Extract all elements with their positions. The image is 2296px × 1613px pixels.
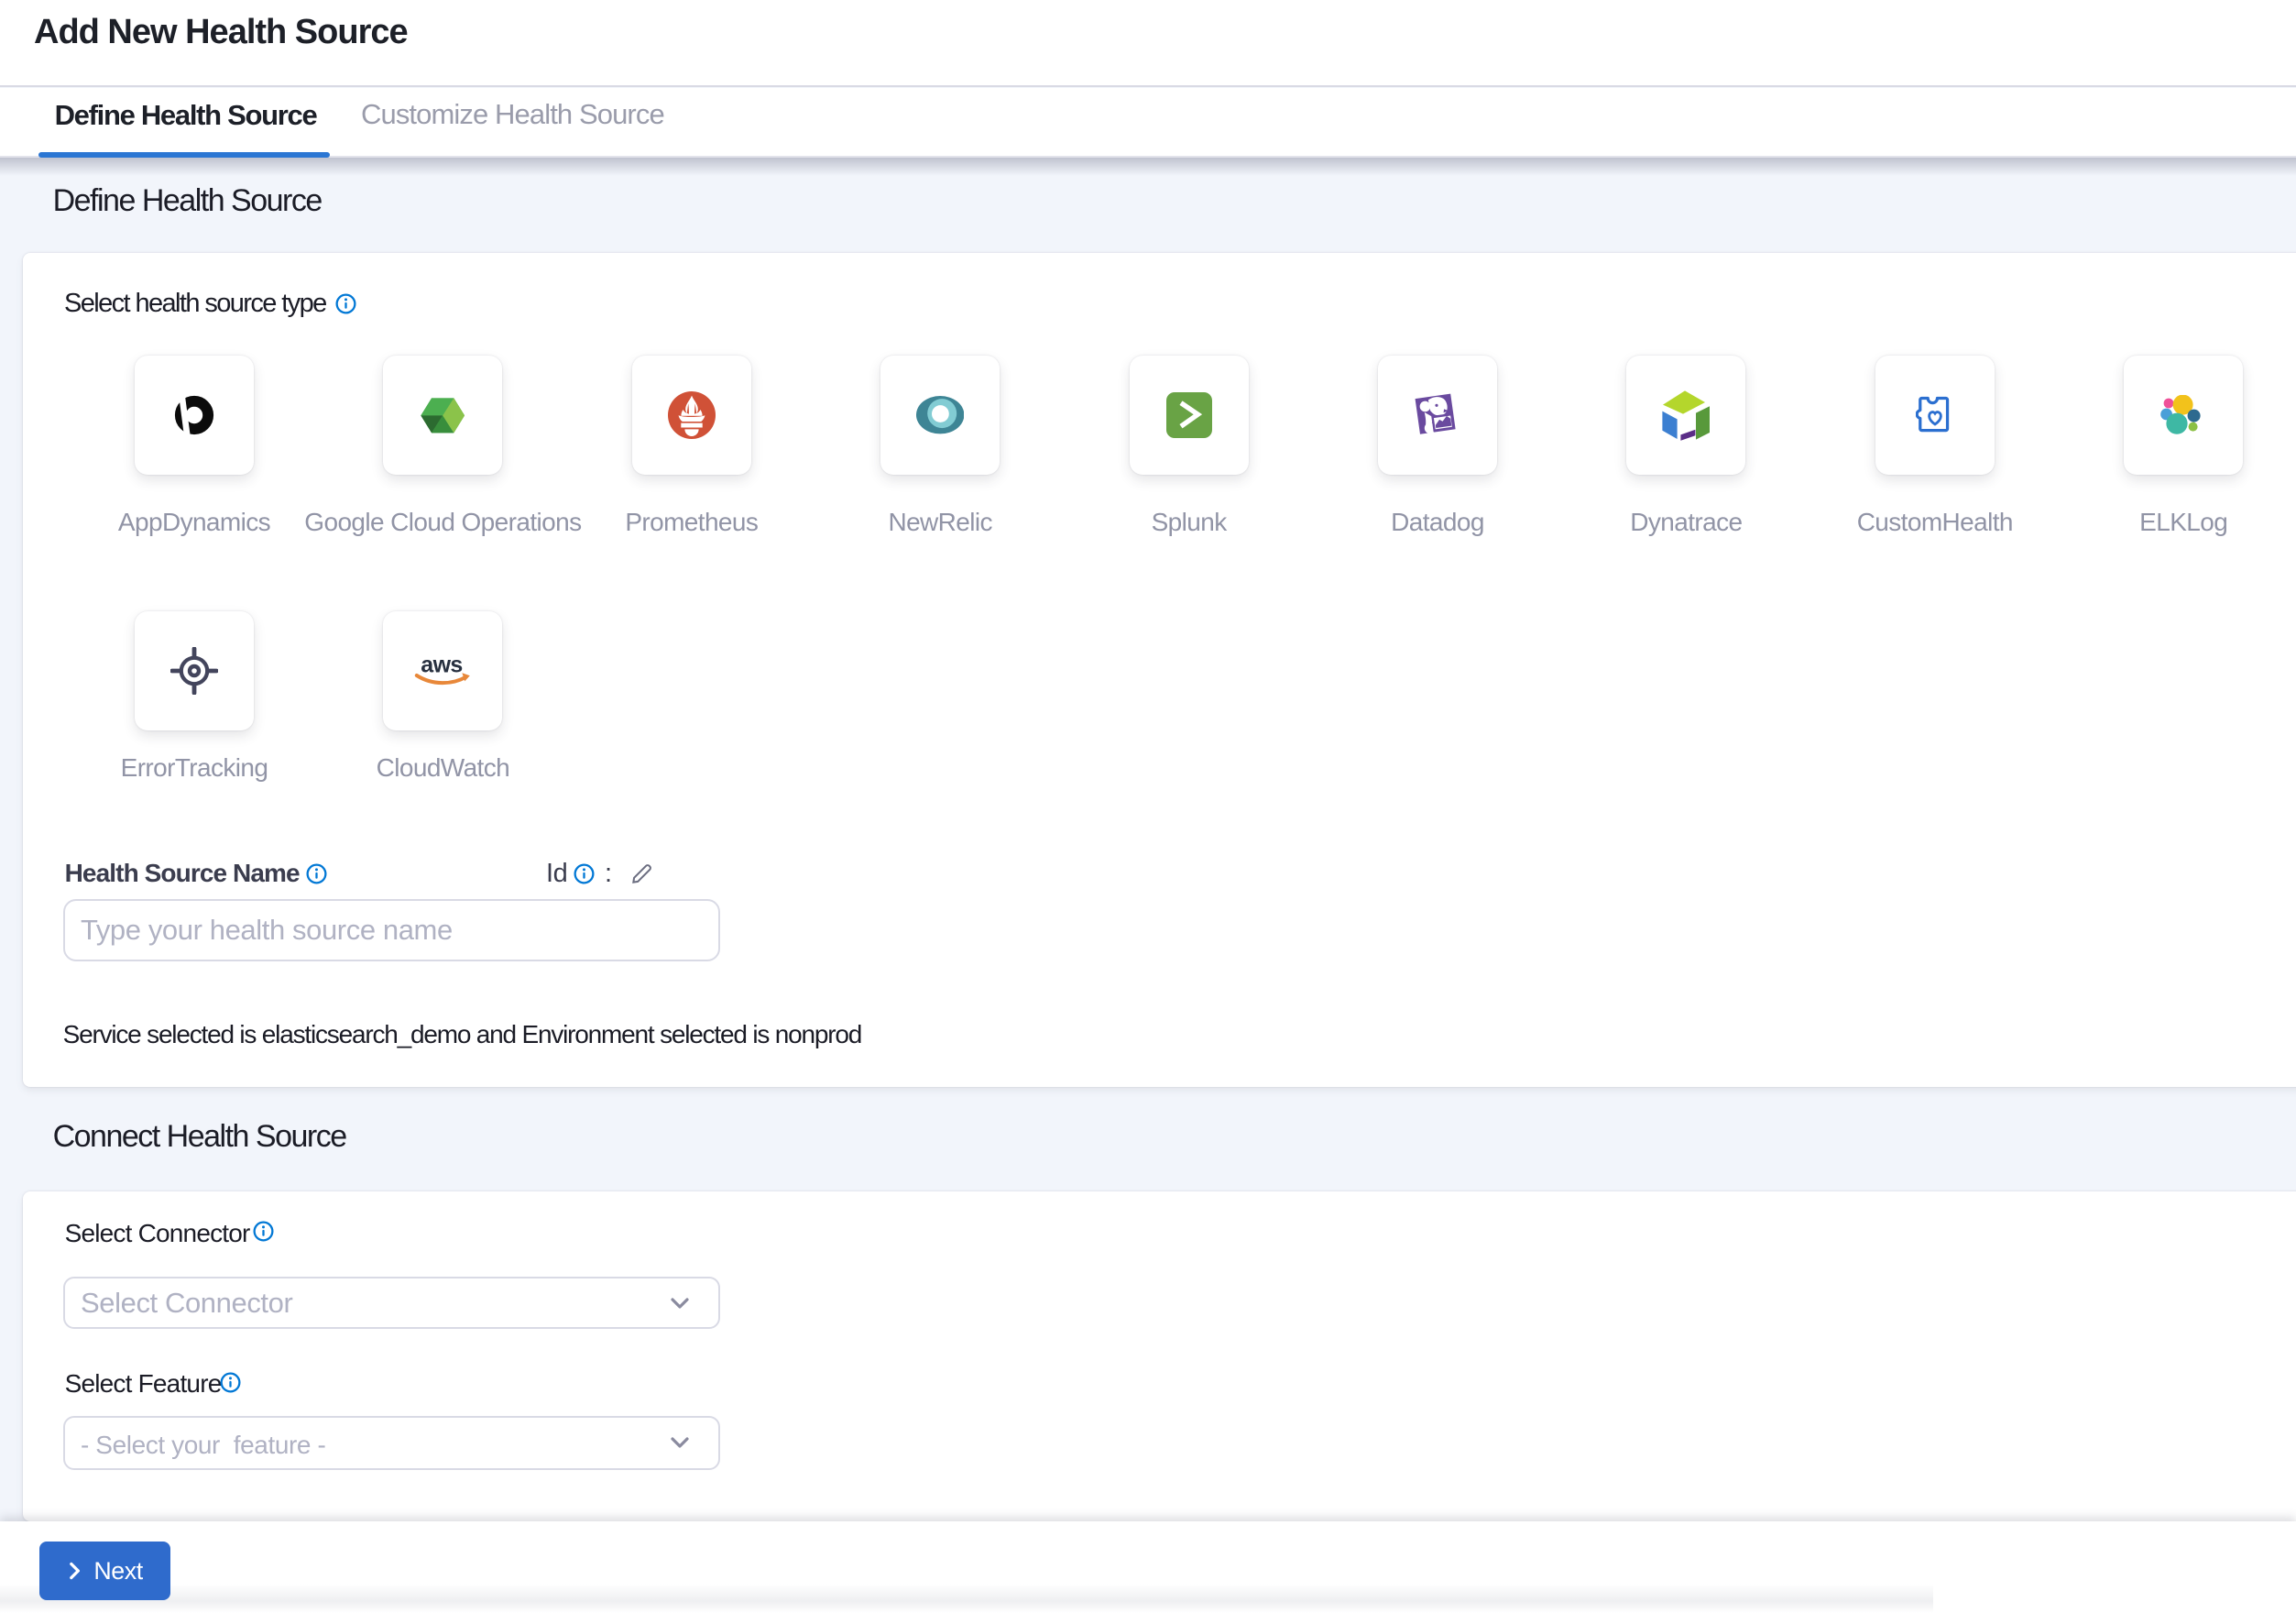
svg-text:aws: aws [421, 653, 463, 677]
